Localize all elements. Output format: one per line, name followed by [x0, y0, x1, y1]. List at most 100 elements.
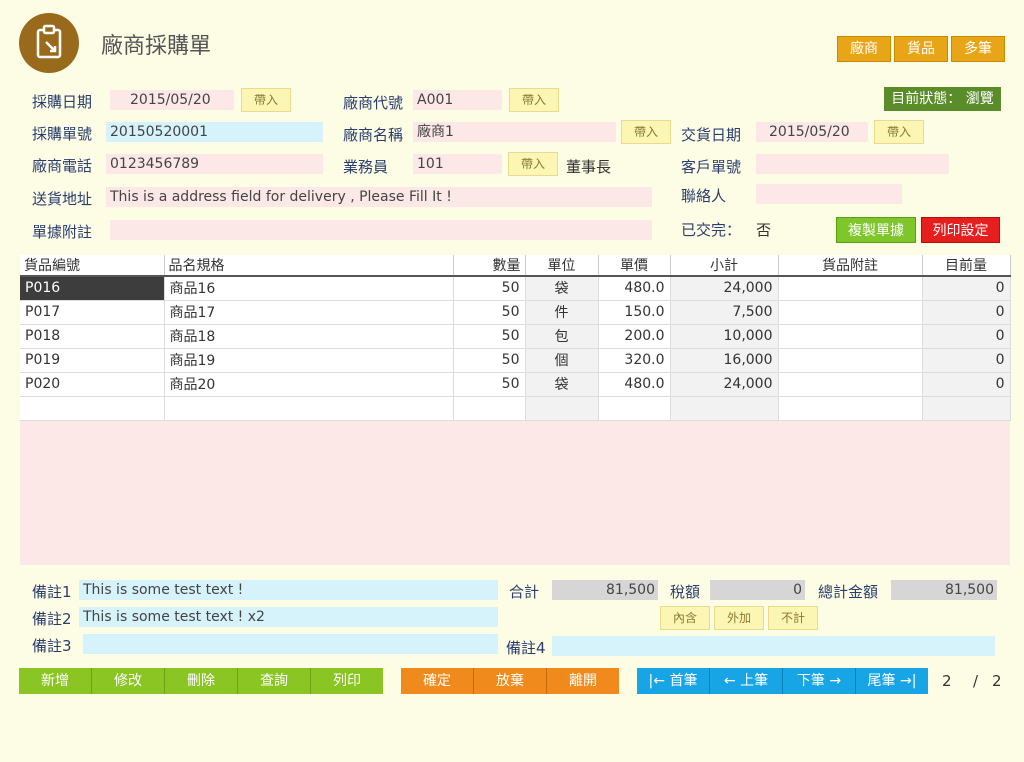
col-header-unit-price[interactable]: 單價: [598, 255, 671, 277]
customer-no-field[interactable]: [756, 154, 949, 174]
tax-value: 0: [710, 580, 805, 600]
cell-item-name[interactable]: 商品17: [164, 300, 454, 325]
cell-item-note[interactable]: [778, 300, 923, 325]
customer-no-label: 客戶單號: [681, 158, 742, 176]
vendor-code-import-button[interactable]: 帶入: [509, 88, 559, 112]
col-header-subtotal[interactable]: 小計: [670, 255, 779, 277]
delivery-date-label: 交貨日期: [681, 126, 742, 144]
cell-item-code[interactable]: P017: [20, 300, 165, 325]
tax-inclusive-button[interactable]: 內含: [660, 606, 710, 630]
cell-unit-price[interactable]: 150.0: [598, 300, 671, 325]
delete-button[interactable]: 刪除: [165, 668, 238, 694]
cell-quantity[interactable]: 50: [453, 300, 526, 325]
next-record-button[interactable]: 下筆 →: [783, 668, 856, 694]
document-note-label: 單據附註: [32, 223, 93, 241]
salesman-import-button[interactable]: 帶入: [508, 152, 558, 176]
tax-none-button[interactable]: 不計: [768, 606, 818, 630]
table-row-empty[interactable]: [20, 396, 1011, 421]
col-header-current-qty[interactable]: 目前量: [922, 255, 1011, 277]
total-amount-label: 總計金額: [818, 583, 879, 601]
remark4-field[interactable]: [552, 636, 995, 656]
delivered-value: 否: [756, 221, 772, 239]
tax-label: 稅額: [670, 583, 701, 601]
multi-record-button[interactable]: 多筆: [951, 36, 1005, 62]
copy-document-button[interactable]: 複製單據: [836, 217, 916, 243]
delivery-date-field[interactable]: 2015/05/20: [756, 122, 868, 142]
cell-item-note[interactable]: [778, 348, 923, 373]
address-field[interactable]: This is a address field for delivery , P…: [106, 187, 652, 207]
cell-item-name[interactable]: 商品20: [164, 372, 454, 397]
col-header-item-note[interactable]: 貨品附註: [778, 255, 923, 277]
exit-button[interactable]: 離開: [547, 668, 619, 694]
cell-item-name[interactable]: 商品18: [164, 324, 454, 349]
order-no-field[interactable]: 20150520001: [106, 122, 323, 142]
vendor-button[interactable]: 廠商: [837, 36, 891, 62]
cell-quantity[interactable]: 50: [453, 324, 526, 349]
remark2-field[interactable]: This is some test text ! x2: [79, 607, 498, 627]
cell-item-code[interactable]: P016: [20, 276, 165, 301]
total-amount-value: 81,500: [891, 580, 997, 600]
cell-quantity[interactable]: 50: [453, 372, 526, 397]
cell-quantity[interactable]: 50: [453, 348, 526, 373]
cell-unit-price[interactable]: 480.0: [598, 276, 671, 301]
contact-field[interactable]: [756, 184, 902, 204]
status-badge: 目前狀態： 瀏覽: [884, 87, 1001, 111]
edit-button[interactable]: 修改: [92, 668, 165, 694]
vendor-code-label: 廠商代號: [343, 94, 404, 112]
cell-item-code[interactable]: P018: [20, 324, 165, 349]
col-header-item-code[interactable]: 貨品編號: [20, 255, 165, 277]
table-row[interactable]: P018 商品18 50 包 200.0 10,000 0: [20, 324, 1011, 349]
cell-unit: 個: [525, 348, 599, 373]
cell-unit-price[interactable]: 480.0: [598, 372, 671, 397]
vendor-name-field[interactable]: 廠商1: [413, 122, 616, 142]
prev-record-button[interactable]: ← 上筆: [710, 668, 783, 694]
table-row[interactable]: P016 商品16 50 袋 480.0 24,000 0: [20, 276, 1011, 301]
cell-unit-price[interactable]: 200.0: [598, 324, 671, 349]
table-row[interactable]: P020 商品20 50 袋 480.0 24,000 0: [20, 372, 1011, 397]
cell-item-note[interactable]: [778, 372, 923, 397]
vendor-code-field[interactable]: A001: [413, 90, 502, 110]
confirm-button[interactable]: 確定: [401, 668, 474, 694]
table-row[interactable]: P019 商品19 50 個 320.0 16,000 0: [20, 348, 1011, 373]
table-row[interactable]: P017 商品17 50 件 150.0 7,500 0: [20, 300, 1011, 325]
cell-unit: 袋: [525, 372, 599, 397]
col-header-quantity[interactable]: 數量: [453, 255, 526, 277]
salesman-field[interactable]: 101: [413, 154, 502, 174]
document-note-field[interactable]: [110, 220, 652, 240]
print-button[interactable]: 列印: [311, 668, 383, 694]
vendor-name-import-button[interactable]: 帶入: [621, 120, 671, 144]
cell-item-note[interactable]: [778, 276, 923, 301]
cell-subtotal: 24,000: [670, 372, 779, 397]
print-settings-button[interactable]: 列印設定: [921, 217, 1000, 243]
subtotal-value: 81,500: [552, 580, 658, 600]
page-current: 2: [942, 672, 952, 690]
purchase-date-label: 採購日期: [32, 93, 93, 111]
cell-item-name[interactable]: 商品19: [164, 348, 454, 373]
cell-item-code[interactable]: P019: [20, 348, 165, 373]
cell-unit-price[interactable]: 320.0: [598, 348, 671, 373]
query-button[interactable]: 查詢: [238, 668, 311, 694]
vendor-phone-field[interactable]: 0123456789: [106, 154, 323, 174]
remark1-label: 備註1: [32, 583, 72, 601]
tax-exclusive-button[interactable]: 外加: [714, 606, 764, 630]
cancel-button[interactable]: 放棄: [474, 668, 547, 694]
purchase-date-import-button[interactable]: 帶入: [241, 88, 291, 112]
cell-item-name[interactable]: 商品16: [164, 276, 454, 301]
goods-button[interactable]: 貨品: [894, 36, 948, 62]
col-header-unit[interactable]: 單位: [525, 255, 599, 277]
remark1-field[interactable]: This is some test text !: [79, 580, 498, 600]
cell-quantity[interactable]: 50: [453, 276, 526, 301]
items-grid: 貨品編號 品名規格 數量 單位 單價 小計 貨品附註 目前量 P016 商品16…: [20, 255, 1011, 565]
page-title: 廠商採購單: [101, 34, 212, 59]
add-button[interactable]: 新增: [19, 668, 92, 694]
remark3-field[interactable]: [83, 634, 498, 654]
col-header-item-name[interactable]: 品名規格: [164, 255, 454, 277]
cell-subtotal: 7,500: [670, 300, 779, 325]
cell-item-note[interactable]: [778, 324, 923, 349]
delivery-date-import-button[interactable]: 帶入: [874, 120, 924, 144]
cell-item-code[interactable]: P020: [20, 372, 165, 397]
purchase-date-field[interactable]: 2015/05/20: [110, 90, 234, 110]
first-record-button[interactable]: |← 首筆: [637, 668, 710, 694]
last-record-button[interactable]: 尾筆 →|: [856, 668, 928, 694]
cell-subtotal: 10,000: [670, 324, 779, 349]
